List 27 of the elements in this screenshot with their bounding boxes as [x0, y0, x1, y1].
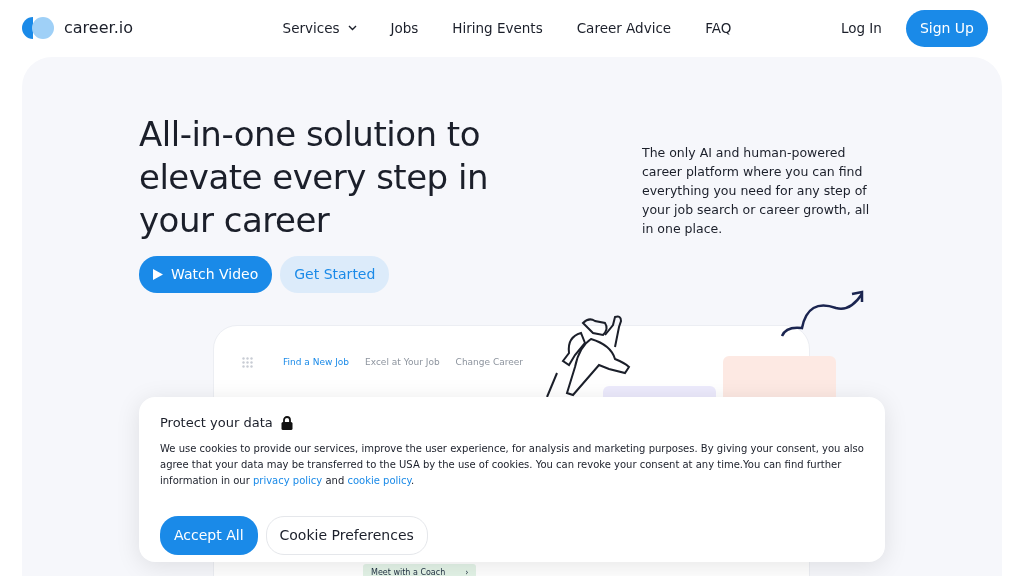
padlock-icon: [280, 415, 293, 430]
signup-button[interactable]: Sign Up: [905, 9, 988, 47]
preview-tab[interactable]: Excel at Your Job: [365, 356, 440, 370]
nav-link[interactable]: Hiring Events: [452, 17, 543, 39]
policy-link[interactable]: privacy policy: [252, 474, 323, 486]
chevron-down-icon[interactable]: [347, 25, 357, 31]
nav-link[interactable]: Career Advice: [576, 17, 672, 39]
accept-all-button[interactable]: Accept All: [160, 515, 258, 555]
preview-tab[interactable]: Find a New Job: [283, 356, 350, 370]
login-link[interactable]: Log In: [840, 17, 882, 39]
preview-tab[interactable]: Change Career: [455, 356, 523, 370]
brand-name[interactable]: career.io: [64, 16, 133, 40]
play-icon[interactable]: [153, 269, 163, 280]
chevron-icon: ›: [465, 567, 469, 576]
chip-label: Meet with a Coach: [371, 567, 446, 576]
hero-description: The only AI and human-powered career platform where you can find everything you need for any step of your job search or career growth, all in one place.: [642, 144, 871, 238]
cookie-preferences-button[interactable]: Cookie Preferences: [265, 515, 428, 555]
nav-link[interactable]: FAQ: [705, 17, 732, 39]
nav-link[interactable]: Jobs: [390, 17, 419, 39]
get-started-button[interactable]: Get Started: [280, 256, 390, 293]
cookie-title: Protect your data: [160, 414, 273, 432]
grid-dots-icon[interactable]: [242, 357, 253, 369]
hero-headline: All-in-one solution to elevate every step in your career: [139, 113, 489, 242]
logo-icon[interactable]: [22, 17, 56, 39]
watch-video-button[interactable]: Watch Video: [139, 256, 273, 293]
nav-link[interactable]: Services: [282, 17, 357, 39]
cookie-text: We use cookies to provide our services, improve the user experience, for analysis and marketing purposes. By giving your consent, you also agree that your data may be transferred to the USA by the use of cookies. You can revoke your consent at any time.You can find further information in our privacy policy and cookie policy.: [160, 441, 864, 488]
